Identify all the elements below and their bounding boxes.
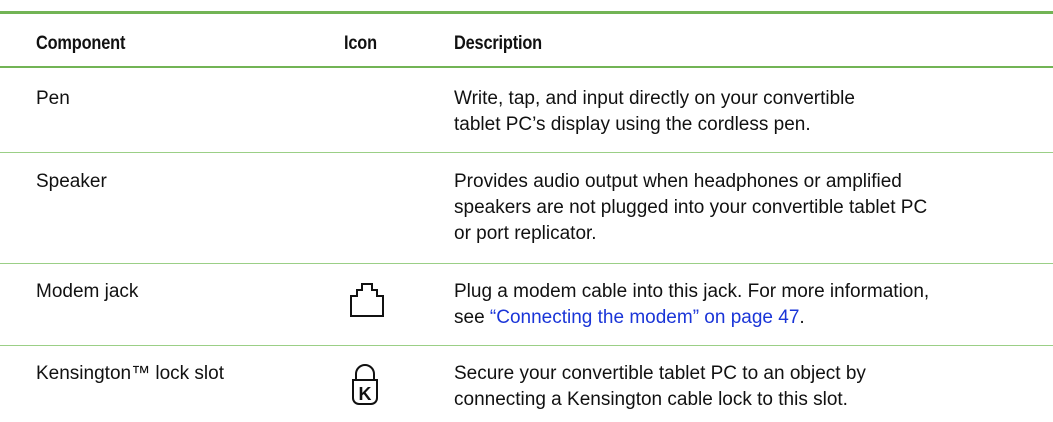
component-description: Secure your convertible tablet PC to an …	[454, 363, 866, 410]
header-component: Component	[36, 33, 126, 54]
component-description: Provides audio output when headphones or…	[454, 171, 928, 244]
row-divider	[0, 345, 1053, 346]
component-description: Write, tap, and input directly on your c…	[454, 88, 855, 135]
header-icon: Icon	[344, 33, 377, 54]
component-name: Pen	[36, 88, 70, 109]
row-divider	[0, 152, 1053, 153]
component-name: Kensington™ lock slot	[36, 363, 224, 384]
kensington-letter: K	[359, 384, 372, 404]
header-description: Description	[454, 33, 543, 54]
cross-reference-link[interactable]: “Connecting the modem” on page 47	[490, 307, 799, 328]
table-top-rule	[0, 11, 1053, 14]
header-rule	[0, 66, 1053, 68]
kensington-lock-icon: K	[350, 362, 380, 411]
component-name: Modem jack	[36, 281, 139, 302]
component-name: Speaker	[36, 171, 107, 192]
modem-jack-icon	[349, 282, 385, 323]
row-divider	[0, 263, 1053, 264]
component-description: Plug a modem cable into this jack. For m…	[454, 281, 930, 328]
